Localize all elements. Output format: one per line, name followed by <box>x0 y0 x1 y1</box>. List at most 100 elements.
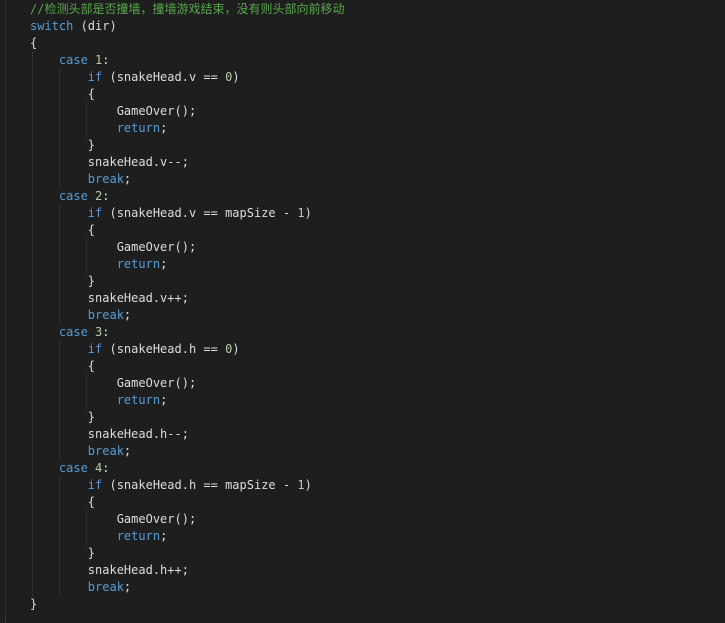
code-token: } <box>30 597 38 611</box>
indent-guide <box>86 511 88 545</box>
code-line: break; <box>30 443 344 460</box>
keyword-token: case <box>58 53 88 67</box>
code-line: return; <box>30 120 344 137</box>
keyword-token: break <box>87 444 124 458</box>
comment-token: //检测头部是否撞墙，撞墙游戏结束，没有则头部向前移动 <box>30 2 345 16</box>
code-token: ) <box>304 478 312 492</box>
code-line: if (snakeHead.v == mapSize - 1) <box>30 205 344 222</box>
code-line: case 1: <box>30 52 344 69</box>
indent-guide <box>32 52 33 596</box>
code-token: snakeHead.v--; <box>87 155 189 169</box>
keyword-token: return <box>116 393 161 407</box>
code-line: break; <box>30 307 344 324</box>
code-token: ) <box>304 206 312 220</box>
code-token: (snakeHead.v == mapSize - <box>102 206 298 220</box>
code-token: snakeHead.h++; <box>87 563 189 577</box>
code-token: ; <box>123 580 132 594</box>
code-token: : <box>102 189 110 203</box>
keyword-token: return <box>116 121 161 135</box>
indent-guide <box>59 477 61 596</box>
keyword-token: break <box>87 580 124 594</box>
code-area[interactable]: //检测头部是否撞墙，撞墙游戏结束，没有则头部向前移动 switch (dir){… <box>30 1 344 613</box>
code-line: return; <box>30 528 344 545</box>
keyword-token: if <box>87 342 103 356</box>
code-token: { <box>87 223 96 237</box>
code-token: (dir) <box>73 19 117 33</box>
keyword-token: break <box>87 308 124 322</box>
code-token: GameOver(); <box>116 376 197 390</box>
code-token: ; <box>123 172 132 186</box>
code-line: GameOver(); <box>30 375 344 392</box>
code-token: GameOver(); <box>116 104 197 118</box>
indent-guide <box>86 103 88 137</box>
keyword-token: break <box>87 172 124 186</box>
code-line: { <box>30 86 344 103</box>
keyword-token: case <box>58 461 88 475</box>
code-token: GameOver(); <box>116 512 197 526</box>
code-token: { <box>30 36 38 50</box>
code-token: ; <box>123 444 132 458</box>
code-line: break; <box>30 171 344 188</box>
code-line: { <box>30 35 344 52</box>
number-token: 1 <box>297 206 305 220</box>
code-token: { <box>87 495 96 509</box>
code-token: ) <box>232 70 240 84</box>
code-token: ) <box>232 342 240 356</box>
code-line: { <box>30 494 344 511</box>
indent-guide <box>59 69 61 188</box>
code-line: //检测头部是否撞墙，撞墙游戏结束，没有则头部向前移动 <box>30 1 344 18</box>
code-line: case 2: <box>30 188 344 205</box>
code-line: break; <box>30 579 344 596</box>
code-token: ; <box>123 308 132 322</box>
code-line: GameOver(); <box>30 239 344 256</box>
code-token: GameOver(); <box>116 240 197 254</box>
code-line: } <box>30 545 344 562</box>
keyword-token: return <box>116 529 161 543</box>
code-line: } <box>30 137 344 154</box>
code-token: ; <box>160 393 168 407</box>
code-line: return; <box>30 256 344 273</box>
code-line: snakeHead.h++; <box>30 562 344 579</box>
code-token: ; <box>160 121 168 135</box>
code-token: (snakeHead.h == <box>102 342 226 356</box>
keyword-token: if <box>87 70 103 84</box>
code-token: (snakeHead.h == mapSize - <box>102 478 298 492</box>
indent-guide <box>86 375 88 409</box>
code-line: if (snakeHead.h == 0) <box>30 341 344 358</box>
number-token: 1 <box>297 478 305 492</box>
code-token: } <box>87 546 96 560</box>
indent-guide <box>59 205 61 324</box>
keyword-token: case <box>58 189 88 203</box>
code-line: if (snakeHead.v == 0) <box>30 69 344 86</box>
code-token: } <box>87 138 96 152</box>
code-token: ; <box>160 529 168 543</box>
code-line: } <box>30 596 344 613</box>
indent-guide <box>86 239 88 273</box>
code-line: snakeHead.v--; <box>30 154 344 171</box>
code-line: { <box>30 222 344 239</box>
editor-margin <box>5 0 6 623</box>
keyword-token: return <box>116 257 161 271</box>
code-token: { <box>87 87 96 101</box>
code-token: : <box>102 325 110 339</box>
keyword-token: if <box>87 206 103 220</box>
code-line: } <box>30 409 344 426</box>
code-token: : <box>102 53 110 67</box>
code-editor[interactable]: //检测头部是否撞墙，撞墙游戏结束，没有则头部向前移动 switch (dir){… <box>0 0 725 623</box>
code-token: ; <box>160 257 168 271</box>
code-line: GameOver(); <box>30 511 344 528</box>
code-token: (snakeHead.v == <box>102 70 226 84</box>
code-token: } <box>87 274 96 288</box>
